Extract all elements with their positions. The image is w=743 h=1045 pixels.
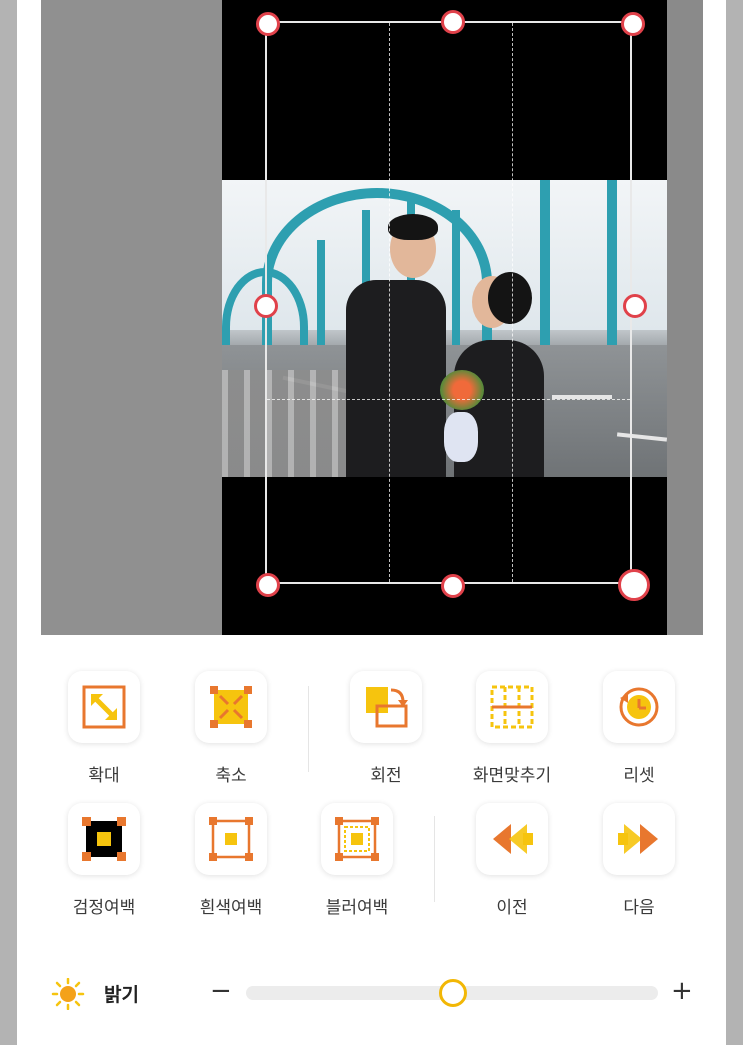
previous-tile bbox=[476, 803, 548, 875]
crop-grid-line bbox=[389, 23, 390, 582]
double-arrow-left-icon bbox=[493, 824, 533, 854]
crop-handle-bottom-right[interactable] bbox=[618, 569, 650, 601]
fit-screen-tile bbox=[476, 671, 548, 743]
blur-margin-button[interactable]: 블러여백 bbox=[307, 803, 407, 918]
zoom-in-tile bbox=[68, 671, 140, 743]
rotate-tile bbox=[350, 671, 422, 743]
white-frame-icon bbox=[209, 817, 253, 861]
crop-box[interactable] bbox=[265, 21, 632, 584]
black-margin-label: 검정여백 bbox=[72, 898, 136, 918]
reset-tile bbox=[603, 671, 675, 743]
black-margin-button[interactable]: 검정여백 bbox=[54, 803, 154, 918]
next-button[interactable]: 다음 bbox=[589, 803, 689, 918]
black-frame-icon bbox=[82, 817, 126, 861]
brightness-label: 밝기 bbox=[104, 984, 139, 1006]
crop-grid-line bbox=[512, 23, 513, 582]
tool-divider bbox=[308, 686, 309, 772]
crop-handle-middle-right[interactable] bbox=[623, 294, 647, 318]
blur-frame-icon bbox=[335, 817, 379, 861]
canvas-margin-right bbox=[667, 0, 703, 635]
brightness-slider-thumb[interactable] bbox=[439, 979, 467, 1007]
shrink-arrows-icon bbox=[210, 686, 252, 728]
white-margin-button[interactable]: 흰색여백 bbox=[181, 803, 281, 918]
white-margin-tile bbox=[195, 803, 267, 875]
reset-label: 리셋 bbox=[623, 766, 655, 786]
blur-margin-label: 블러여백 bbox=[325, 898, 389, 918]
clock-reset-icon bbox=[619, 687, 659, 727]
reset-button[interactable]: 리셋 bbox=[589, 671, 689, 786]
crop-handle-top-left[interactable] bbox=[256, 12, 280, 36]
brightness-increase-button[interactable]: + bbox=[671, 976, 693, 1006]
fit-screen-button[interactable]: 화면맞추기 bbox=[462, 671, 562, 786]
expand-arrow-icon bbox=[82, 685, 126, 729]
previous-label: 이전 bbox=[496, 898, 528, 918]
crop-grid-line bbox=[267, 399, 630, 400]
zoom-in-button[interactable]: 확대 bbox=[54, 671, 154, 786]
next-tile bbox=[603, 803, 675, 875]
fit-screen-label: 화면맞추기 bbox=[472, 766, 552, 786]
crop-handle-top-center[interactable] bbox=[441, 10, 465, 34]
crop-handle-bottom-center[interactable] bbox=[441, 574, 465, 598]
crop-handle-bottom-left[interactable] bbox=[256, 573, 280, 597]
rotate-label: 회전 bbox=[370, 766, 402, 786]
black-margin-tile bbox=[68, 803, 140, 875]
tool-divider bbox=[434, 816, 435, 902]
crop-handle-middle-left[interactable] bbox=[254, 294, 278, 318]
zoom-out-tile bbox=[195, 671, 267, 743]
next-label: 다음 bbox=[623, 898, 655, 918]
zoom-in-label: 확대 bbox=[88, 766, 120, 786]
double-arrow-right-icon bbox=[618, 824, 658, 854]
zoom-out-button[interactable]: 축소 bbox=[181, 671, 281, 786]
brightness-decrease-button[interactable]: − bbox=[210, 976, 232, 1006]
rotate-icon bbox=[366, 687, 408, 728]
white-margin-label: 흰색여백 bbox=[199, 898, 263, 918]
blur-margin-tile bbox=[321, 803, 393, 875]
fit-grid-icon bbox=[490, 685, 534, 729]
zoom-out-label: 축소 bbox=[215, 766, 247, 786]
crop-handle-top-right[interactable] bbox=[621, 12, 645, 36]
rotate-button[interactable]: 회전 bbox=[336, 671, 436, 786]
sun-icon bbox=[51, 978, 85, 1010]
previous-button[interactable]: 이전 bbox=[462, 803, 562, 918]
